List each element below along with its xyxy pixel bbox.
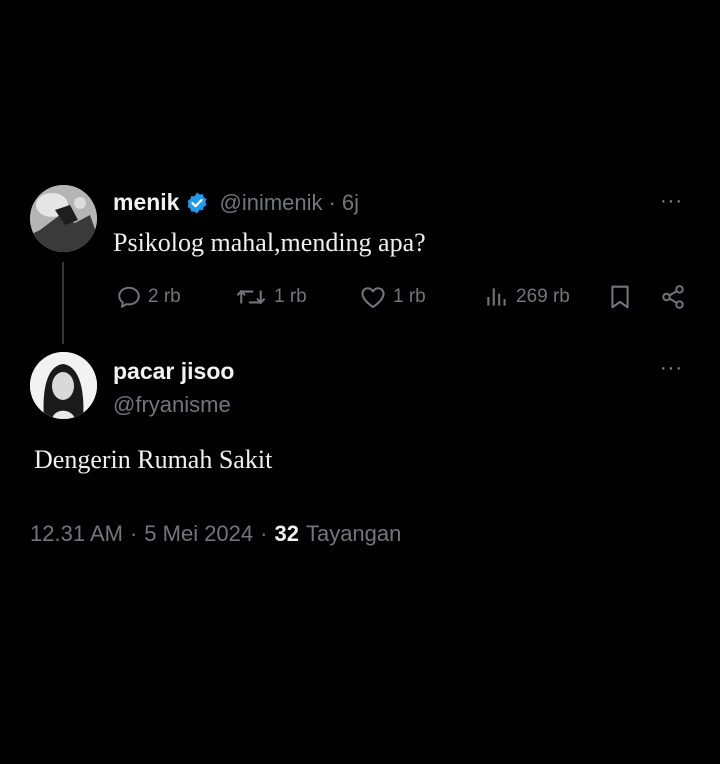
tweet-header: menik @inimenik · 6j xyxy=(113,189,359,216)
avatar-pacar-jisoo[interactable] xyxy=(30,352,97,419)
tweet-handle[interactable]: @inimenik xyxy=(219,190,322,216)
retweet-count: 1 rb xyxy=(274,286,307,307)
reply-meta: 12.31 AM · 5 Mei 2024 · 32 Tayangan xyxy=(30,521,401,547)
reply-icon xyxy=(118,286,140,308)
reply-handle[interactable]: @fryanisme xyxy=(113,392,231,418)
reply-views-label: Tayangan xyxy=(305,521,402,546)
avatar-pacar-jisoo-image xyxy=(30,352,97,419)
views-button[interactable]: 269 rb xyxy=(484,284,570,310)
reply-count: 2 rb xyxy=(148,286,181,307)
reply-author-name[interactable]: pacar jisoo xyxy=(113,358,234,385)
thread-line xyxy=(62,262,64,344)
bookmark-icon xyxy=(611,285,629,309)
reply-views-count: 32 xyxy=(274,521,299,546)
meta-separator: · xyxy=(260,521,268,546)
like-button[interactable]: 1 rb xyxy=(359,284,426,310)
like-icon xyxy=(361,287,385,308)
tweet-author-name[interactable]: menik xyxy=(113,189,179,216)
retweet-icon xyxy=(236,290,266,304)
avatar-menik-image xyxy=(30,185,97,252)
retweet-button[interactable]: 1 rb xyxy=(234,284,307,310)
tweet-more-icon[interactable]: ··· xyxy=(660,190,683,213)
meta-separator: · xyxy=(129,521,138,546)
reply-time[interactable]: 12.31 AM xyxy=(30,521,123,547)
share-button[interactable] xyxy=(660,284,686,315)
reply-date[interactable]: 5 Mei 2024 xyxy=(144,521,253,547)
tweet-text: Psikolog mahal,mending apa? xyxy=(113,228,426,257)
tweet-separator: · xyxy=(328,189,336,215)
avatar-menik[interactable] xyxy=(30,185,97,252)
views-icon xyxy=(487,288,506,306)
share-icon xyxy=(662,285,684,309)
like-count: 1 rb xyxy=(393,286,426,307)
reply-more-icon[interactable]: ··· xyxy=(660,357,683,380)
bookmark-button[interactable] xyxy=(608,284,632,315)
verified-badge-icon xyxy=(185,191,209,215)
reply-text: Dengerin Rumah Sakit xyxy=(34,445,273,474)
tweet-age[interactable]: 6j xyxy=(342,190,359,216)
views-count: 269 rb xyxy=(516,286,570,307)
reply-button[interactable]: 2 rb xyxy=(116,284,181,310)
